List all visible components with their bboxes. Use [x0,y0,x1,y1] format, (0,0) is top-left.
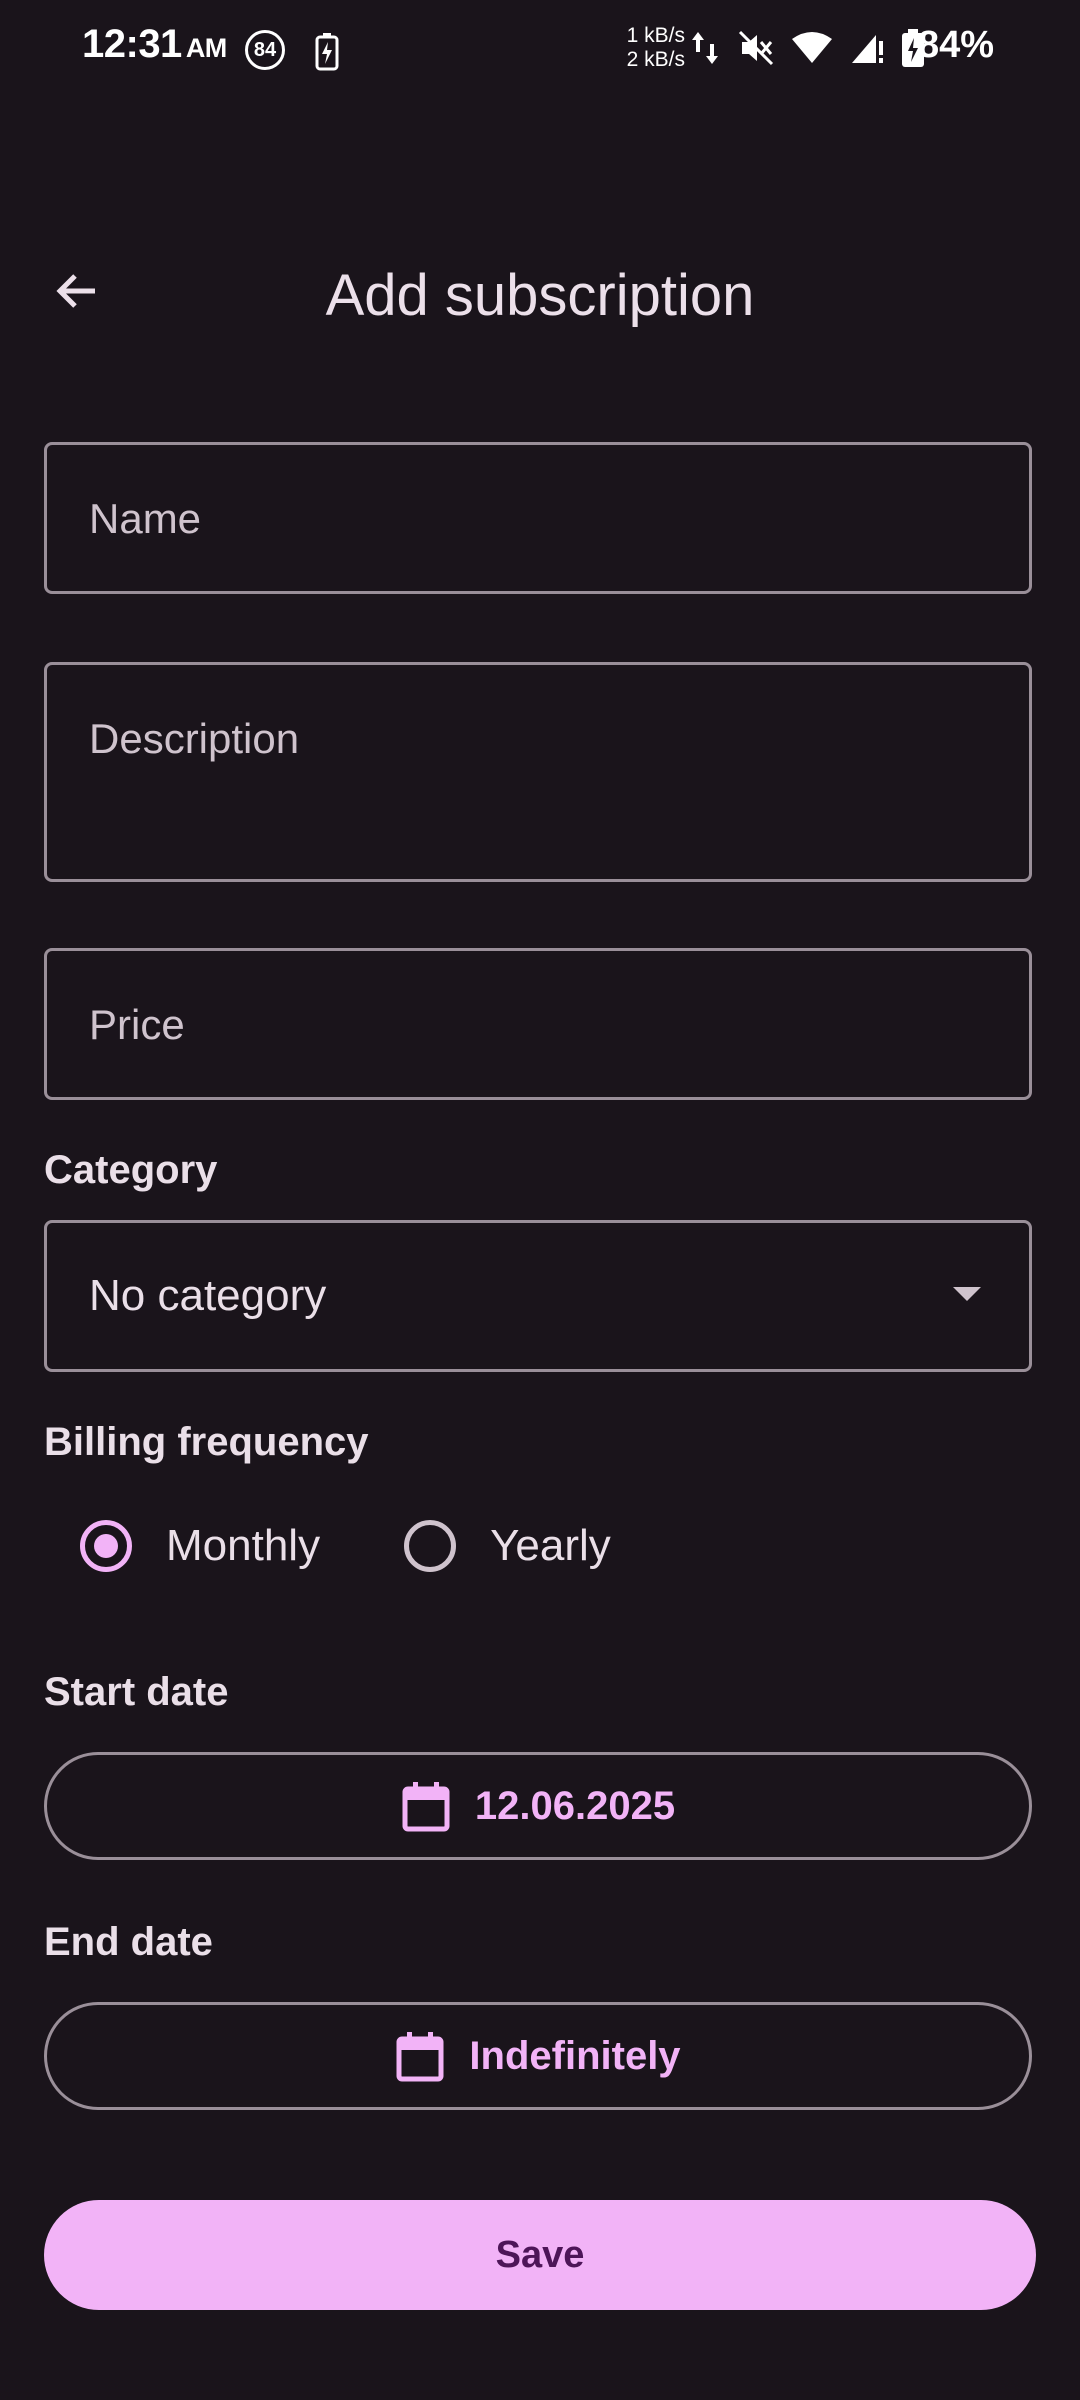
name-field[interactable]: Name [44,442,1032,594]
notification-badge: 84 [245,30,285,70]
price-field[interactable]: Price [44,948,1032,1100]
name-placeholder: Name [89,495,202,542]
calendar-icon [396,2032,444,2082]
end-date-label: End date [44,1920,213,1964]
status-time: 12:31 AM [82,22,227,67]
ampm-text: AM [185,33,228,63]
end-date-button[interactable]: Indefinitely [44,2002,1032,2110]
status-icons [690,28,924,73]
category-label: Category [44,1148,218,1192]
time-text: 12:31 [82,22,182,66]
description-placeholder: Description [89,715,300,762]
radio-selected-icon [80,1520,132,1572]
speed-up-text: 1 kB/s [626,24,685,47]
battery-percent: 84% [918,24,995,66]
mute-icon [738,30,774,71]
status-bar: 12:31 AM 84 1 kB/s 2 kB/s 84% [0,0,1080,100]
wifi-icon [792,31,832,70]
calendar-icon [402,1782,450,1832]
page-title: Add subscription [325,263,755,328]
network-speed: 1 kB/s 2 kB/s [615,24,685,72]
data-transfer-icon [690,28,720,73]
battery-saver-icon [315,32,339,77]
dropdown-arrow-icon [953,1287,981,1301]
category-dropdown[interactable]: No category [44,1220,1032,1372]
start-date-label: Start date [44,1670,229,1714]
speed-down-text: 2 kB/s [626,48,685,71]
start-date-value: 12.06.2025 [474,1783,676,1828]
top-app-bar: Add subscription [0,240,1080,340]
start-date-button[interactable]: 12.06.2025 [44,1752,1032,1860]
radio-monthly[interactable]: Monthly [80,1520,320,1572]
end-date-value: Indefinitely [469,2033,681,2078]
price-placeholder: Price [89,1001,185,1048]
radio-monthly-label: Monthly [166,1521,321,1570]
radio-unselected-icon [404,1520,457,1572]
radio-yearly-label: Yearly [490,1521,611,1570]
category-value: No category [89,1271,327,1320]
billing-options: Monthly Yearly [80,1520,611,1572]
description-field[interactable]: Description [44,662,1032,882]
radio-yearly[interactable]: Yearly [404,1520,611,1572]
billing-frequency-label: Billing frequency [44,1420,369,1464]
signal-icon [850,31,884,70]
save-button[interactable]: Save [44,2200,1036,2310]
